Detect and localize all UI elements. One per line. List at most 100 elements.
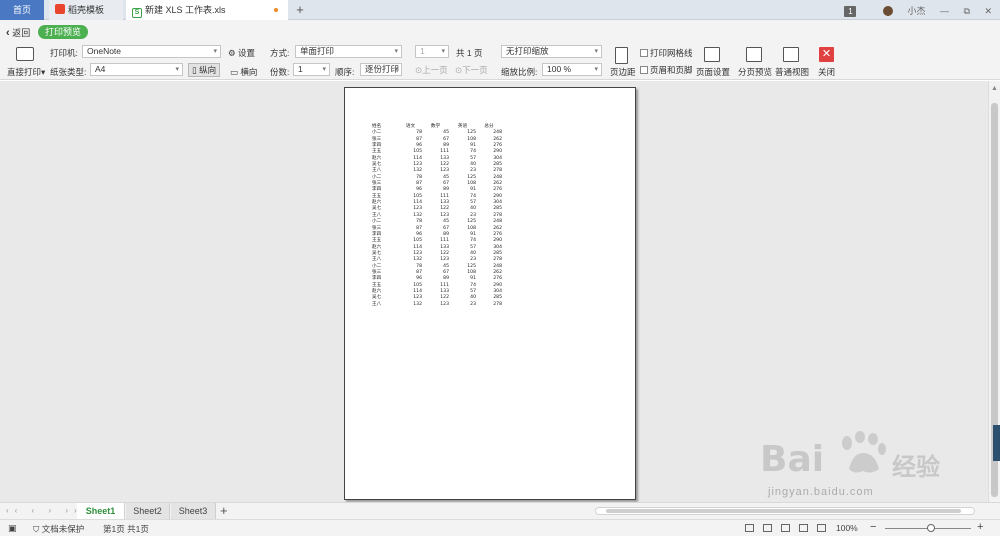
window-controls: 1 小杰 — ⧉ ✕ (832, 4, 992, 17)
macro-icon[interactable]: ▣ (8, 523, 17, 534)
status-bar: ▣ ⛉ 文档未保护 第1页 共1页 100% − + (0, 519, 1000, 536)
page-break-preview-button[interactable]: 分页预览 (738, 66, 772, 78)
order-select[interactable]: 逐份打印 (360, 63, 402, 76)
landscape-label: 横向 (240, 67, 258, 77)
tab-templates-label: 稻壳模板 (68, 5, 105, 15)
avatar (882, 6, 893, 16)
sheet-tab-bar: ‹‹ ‹ › ›› Sheet1 Sheet2 Sheet3 + (0, 502, 1000, 519)
fullscreen-icon[interactable] (745, 524, 754, 532)
prev-page-button[interactable]: ⊙上一页 (415, 64, 448, 76)
shield-icon: ⛉ (33, 524, 40, 534)
new-tab-button[interactable]: + (292, 0, 308, 20)
page-setup-icon[interactable] (704, 47, 720, 62)
scroll-up-icon[interactable]: ▲ (991, 85, 998, 92)
back-label: 返回 (12, 28, 31, 38)
print-preview-toolbar: ‹ 返回 打印预览 直接打印▾ 打印机: OneNote ⚙ 设置 纸张类型: … (0, 20, 1000, 80)
landscape-button[interactable]: ▭ 横向 (230, 66, 257, 78)
mode-label: 方式: (270, 48, 290, 58)
horizontal-scrollbar[interactable] (595, 507, 975, 515)
page-setup-button[interactable]: 页面设置 (696, 66, 730, 78)
protection-label: 文档未保护 (41, 524, 85, 534)
table-row: 王八 132 123 23 278 (372, 302, 502, 308)
next-page-label: 下一页 (462, 65, 488, 75)
chevron-left-icon: ‹ (6, 27, 10, 39)
tab-document[interactable]: S 新建 XLS 工作表.xls (126, 0, 288, 20)
margins-button[interactable]: 页边距 (610, 66, 636, 78)
page-view-icon[interactable] (781, 524, 790, 532)
horizontal-scroll-thumb[interactable] (606, 509, 961, 513)
zoom-select[interactable]: 100 % (542, 63, 602, 76)
grid-view-icon[interactable] (783, 47, 799, 62)
next-page-button[interactable]: ⊙下一页 (455, 64, 488, 76)
copies-stepper[interactable]: 1 (293, 63, 330, 76)
user-account[interactable]: 小杰 (871, 4, 926, 17)
page-break-icon[interactable] (746, 47, 762, 62)
zoom-percent[interactable]: 100% (836, 523, 858, 533)
tab-home[interactable]: 首页 (0, 0, 44, 20)
page-info: 第1页 共1页 (103, 524, 149, 534)
page-break-view-icon[interactable] (799, 524, 808, 532)
prev-page-label: 上一页 (422, 65, 448, 75)
unsaved-dot-icon[interactable] (274, 8, 278, 12)
total-pages: 共 1 页 (456, 48, 483, 58)
paper-type-label: 纸张类型: (50, 67, 87, 77)
table-cell: 23 (470, 301, 476, 307)
print-preview-badge: 打印预览 (38, 25, 89, 39)
checkbox-icon (640, 49, 648, 57)
printer-select[interactable]: OneNote (82, 45, 221, 58)
tab-templates[interactable]: 稻壳模板 (49, 0, 123, 20)
copies-label: 份数: (270, 67, 290, 77)
sheet-table: 姓名 语文 数学 英语 总分 小二 78 45 125 248 张三 87 67 108 262 李四 96 8… (372, 124, 502, 308)
header-footer-button[interactable]: 页眉和页脚 (640, 64, 693, 76)
printer-settings-button[interactable]: ⚙ 设置 (228, 47, 255, 59)
sheet-tab-1[interactable]: Sheet1 (77, 503, 125, 519)
normal-view-button[interactable]: 普通视图 (775, 66, 809, 78)
sheet-nav-arrows[interactable]: ‹‹ ‹ › ›› (6, 506, 83, 515)
user-name: 小杰 (907, 6, 926, 16)
tab-document-label: 新建 XLS 工作表.xls (145, 5, 226, 15)
table-cell: 278 (493, 301, 502, 307)
window-count-badge[interactable]: 1 (844, 6, 857, 17)
zoom-slider-knob[interactable] (927, 524, 935, 532)
spreadsheet-icon: S (132, 8, 142, 18)
print-mode-select[interactable]: 单面打印 (295, 45, 402, 58)
normal-view-icon[interactable] (763, 524, 772, 532)
order-label: 顺序: (335, 67, 355, 77)
portrait-button[interactable]: ▯ 纵向 (188, 63, 221, 77)
caret-down-icon: ▾ (41, 67, 46, 77)
zoom-in-button[interactable]: + (977, 521, 983, 533)
close-icon[interactable]: ✕ (819, 47, 834, 62)
side-panel-handle[interactable] (993, 425, 1000, 461)
tab-bar: 首页 稻壳模板 S 新建 XLS 工作表.xls + 1 小杰 — ⧉ ✕ (0, 0, 1000, 20)
sheet-tab-3[interactable]: Sheet3 (171, 503, 216, 519)
settings-label: 设置 (238, 48, 256, 58)
minimize-button[interactable]: — (940, 6, 949, 16)
close-window-button[interactable]: ✕ (984, 6, 992, 17)
zoom-label: 缩放比例: (501, 67, 538, 77)
paper-type-select[interactable]: A4 (90, 63, 183, 76)
docer-logo-icon (55, 4, 65, 14)
header-footer-label: 页眉和页脚 (650, 65, 693, 75)
table-cell: 123 (440, 301, 449, 307)
print-page: 姓名 语文 数学 英语 总分 小二 78 45 125 248 张三 87 67 108 262 李四 96 8… (344, 87, 636, 500)
margins-icon[interactable] (615, 47, 628, 64)
gridlines-label: 打印网格线 (650, 48, 693, 58)
restore-button[interactable]: ⧉ (964, 6, 970, 17)
protection-status[interactable]: ⛉ 文档未保护 (33, 523, 84, 535)
sheet-tab-2[interactable]: Sheet2 (126, 503, 170, 519)
table-cell: 王八 (372, 301, 382, 307)
gear-printer-icon: ⚙ (228, 48, 236, 58)
page-number-input[interactable]: 1 (415, 45, 449, 58)
direct-print-label: 直接打印 (7, 67, 42, 77)
direct-print-button[interactable]: 直接打印▾ (7, 66, 45, 78)
header-footer-icon (640, 66, 648, 74)
eye-protection-icon[interactable] (817, 524, 826, 532)
gridlines-checkbox[interactable]: 打印网格线 (640, 47, 693, 59)
add-sheet-button[interactable]: + (220, 503, 228, 518)
zoom-out-button[interactable]: − (870, 521, 876, 533)
back-button[interactable]: ‹ 返回 (6, 26, 30, 39)
close-preview-button[interactable]: 关闭 (818, 66, 835, 78)
scaling-select[interactable]: 无打印缩放 (501, 45, 602, 58)
landscape-icon: ▭ (230, 67, 239, 77)
printer-icon[interactable] (16, 47, 34, 61)
